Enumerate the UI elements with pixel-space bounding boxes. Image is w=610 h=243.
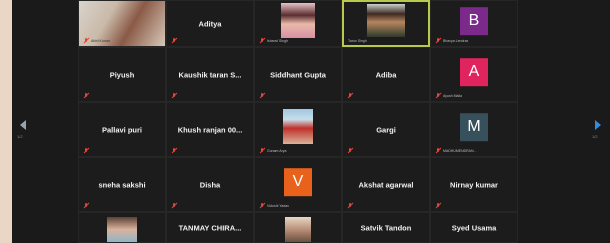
participant-name: Piyush <box>109 70 135 79</box>
participant-tile-tanmay[interactable]: TANMAY CHIRA... <box>166 212 254 243</box>
prev-page-indicator: 1/2 <box>17 134 23 139</box>
mic-muted-icon <box>347 148 353 154</box>
mic-muted-icon <box>171 148 177 154</box>
mic-muted-icon <box>83 93 89 99</box>
participant-name: Siddhant Gupta <box>270 70 326 79</box>
mic-muted-icon <box>171 203 177 209</box>
participant-caption: Vidushi Yadav <box>259 203 289 209</box>
participant-tile-akhil-kumar[interactable]: Akhil Kumar <box>78 0 166 47</box>
participant-photo <box>107 217 137 242</box>
participant-caption: Bhavya Lendrax <box>435 38 468 44</box>
participant-name: Kaushik taran S... <box>178 70 242 79</box>
mic-muted-icon <box>435 148 441 154</box>
participant-tile-tarun-singh[interactable]: Tarun Singh <box>342 0 430 47</box>
participant-photo <box>285 217 311 242</box>
participant-name: Gargi <box>376 125 396 134</box>
participant-gallery: Akhil Kumar Aditya Ishanvi Singh Tarun S… <box>78 0 518 243</box>
mic-muted-icon <box>171 93 177 99</box>
participant-tile-photo-1[interactable] <box>78 212 166 243</box>
participant-caption: Tarun Singh <box>348 39 367 43</box>
participant-tile-disha[interactable]: Disha <box>166 157 254 212</box>
mic-muted-icon <box>347 93 353 99</box>
participant-tile-vidushi-yadav[interactable]: V Vidushi Yadav <box>254 157 342 212</box>
participant-avatar: B <box>460 6 488 35</box>
participant-tile-gargi[interactable]: Gargi <box>342 102 430 157</box>
participant-tile-sneha-sakshi[interactable]: sneha sakshi <box>78 157 166 212</box>
mic-muted-icon <box>171 38 177 44</box>
mic-muted-icon <box>435 38 441 44</box>
participant-name: Syed Usama <box>451 223 497 232</box>
participant-tile-satvik-tandon[interactable]: Satvik Tandon <box>342 212 430 243</box>
participant-tile-pallavi-puri[interactable]: Pallavi puri <box>78 102 166 157</box>
participant-name: Satvik Tandon <box>360 223 412 232</box>
participant-tile-khush-ranjan[interactable]: Khush ranjan 00... <box>166 102 254 157</box>
participant-tile-kaushik[interactable]: Kaushik taran S... <box>166 47 254 102</box>
participant-tile-bhavya-lendrax[interactable]: B Bhavya Lendrax <box>430 0 518 47</box>
participant-tile-syed-usama[interactable]: Syed Usama <box>430 212 518 243</box>
mic-muted-icon <box>435 93 441 99</box>
participant-photo <box>367 4 405 37</box>
participant-photo <box>281 3 315 38</box>
participant-name: Adiba <box>375 70 397 79</box>
next-page-indicator: 1/2 <box>592 134 598 139</box>
participant-avatar: M <box>460 112 488 141</box>
mic-muted-icon <box>259 203 265 209</box>
mic-muted-icon <box>83 148 89 154</box>
participant-tile-piyush[interactable]: Piyush <box>78 47 166 102</box>
participant-tile-nirnay-kumar[interactable]: Nirnay kumar <box>430 157 518 212</box>
participant-name: Disha <box>199 180 221 189</box>
participant-caption: MADHUMENDRAN... <box>435 148 476 154</box>
participant-tile-akshat-agarwal[interactable]: Akshat agarwal <box>342 157 430 212</box>
participant-caption: Ayush Malla <box>435 93 462 99</box>
participant-avatar: A <box>460 57 488 86</box>
participant-name: Aditya <box>198 19 222 28</box>
participant-tile-gunam-arya[interactable]: Gunam Arya <box>254 102 342 157</box>
participant-caption: Gunam Arya <box>259 148 286 154</box>
participant-tile-photo-2[interactable] <box>254 212 342 243</box>
participant-tile-aditya[interactable]: Aditya <box>166 0 254 47</box>
mic-muted-icon <box>83 203 89 209</box>
participant-avatar: V <box>284 167 312 196</box>
mic-muted-icon <box>259 93 265 99</box>
mic-muted-icon <box>347 203 353 209</box>
mic-muted-icon <box>83 38 89 44</box>
participant-name: sneha sakshi <box>98 180 146 189</box>
participant-tile-adiba[interactable]: Adiba <box>342 47 430 102</box>
participant-photo <box>283 109 313 144</box>
participant-name: Pallavi puri <box>101 125 143 134</box>
participant-caption: Ishanvi Singh <box>259 38 288 44</box>
next-page-button[interactable] <box>593 118 603 132</box>
participant-tile-ishanvi-singh[interactable]: Ishanvi Singh <box>254 0 342 47</box>
previous-page-button[interactable] <box>18 118 28 132</box>
mic-muted-icon <box>259 148 265 154</box>
chevron-right-icon <box>595 120 601 130</box>
participant-tile-siddhant-gupta[interactable]: Siddhant Gupta <box>254 47 342 102</box>
mic-muted-icon <box>435 203 441 209</box>
chevron-left-icon <box>20 120 26 130</box>
participant-name: Nirnay kumar <box>450 180 498 189</box>
participant-caption: Akhil Kumar <box>83 38 110 44</box>
participant-tile-ayush-malla[interactable]: A Ayush Malla <box>430 47 518 102</box>
participant-name: Akshat agarwal <box>358 180 414 189</box>
mic-muted-icon <box>259 38 265 44</box>
participant-name: TANMAY CHIRA... <box>178 223 242 232</box>
participant-tile-madhumendran[interactable]: M MADHUMENDRAN... <box>430 102 518 157</box>
participant-name: Khush ranjan 00... <box>177 125 243 134</box>
